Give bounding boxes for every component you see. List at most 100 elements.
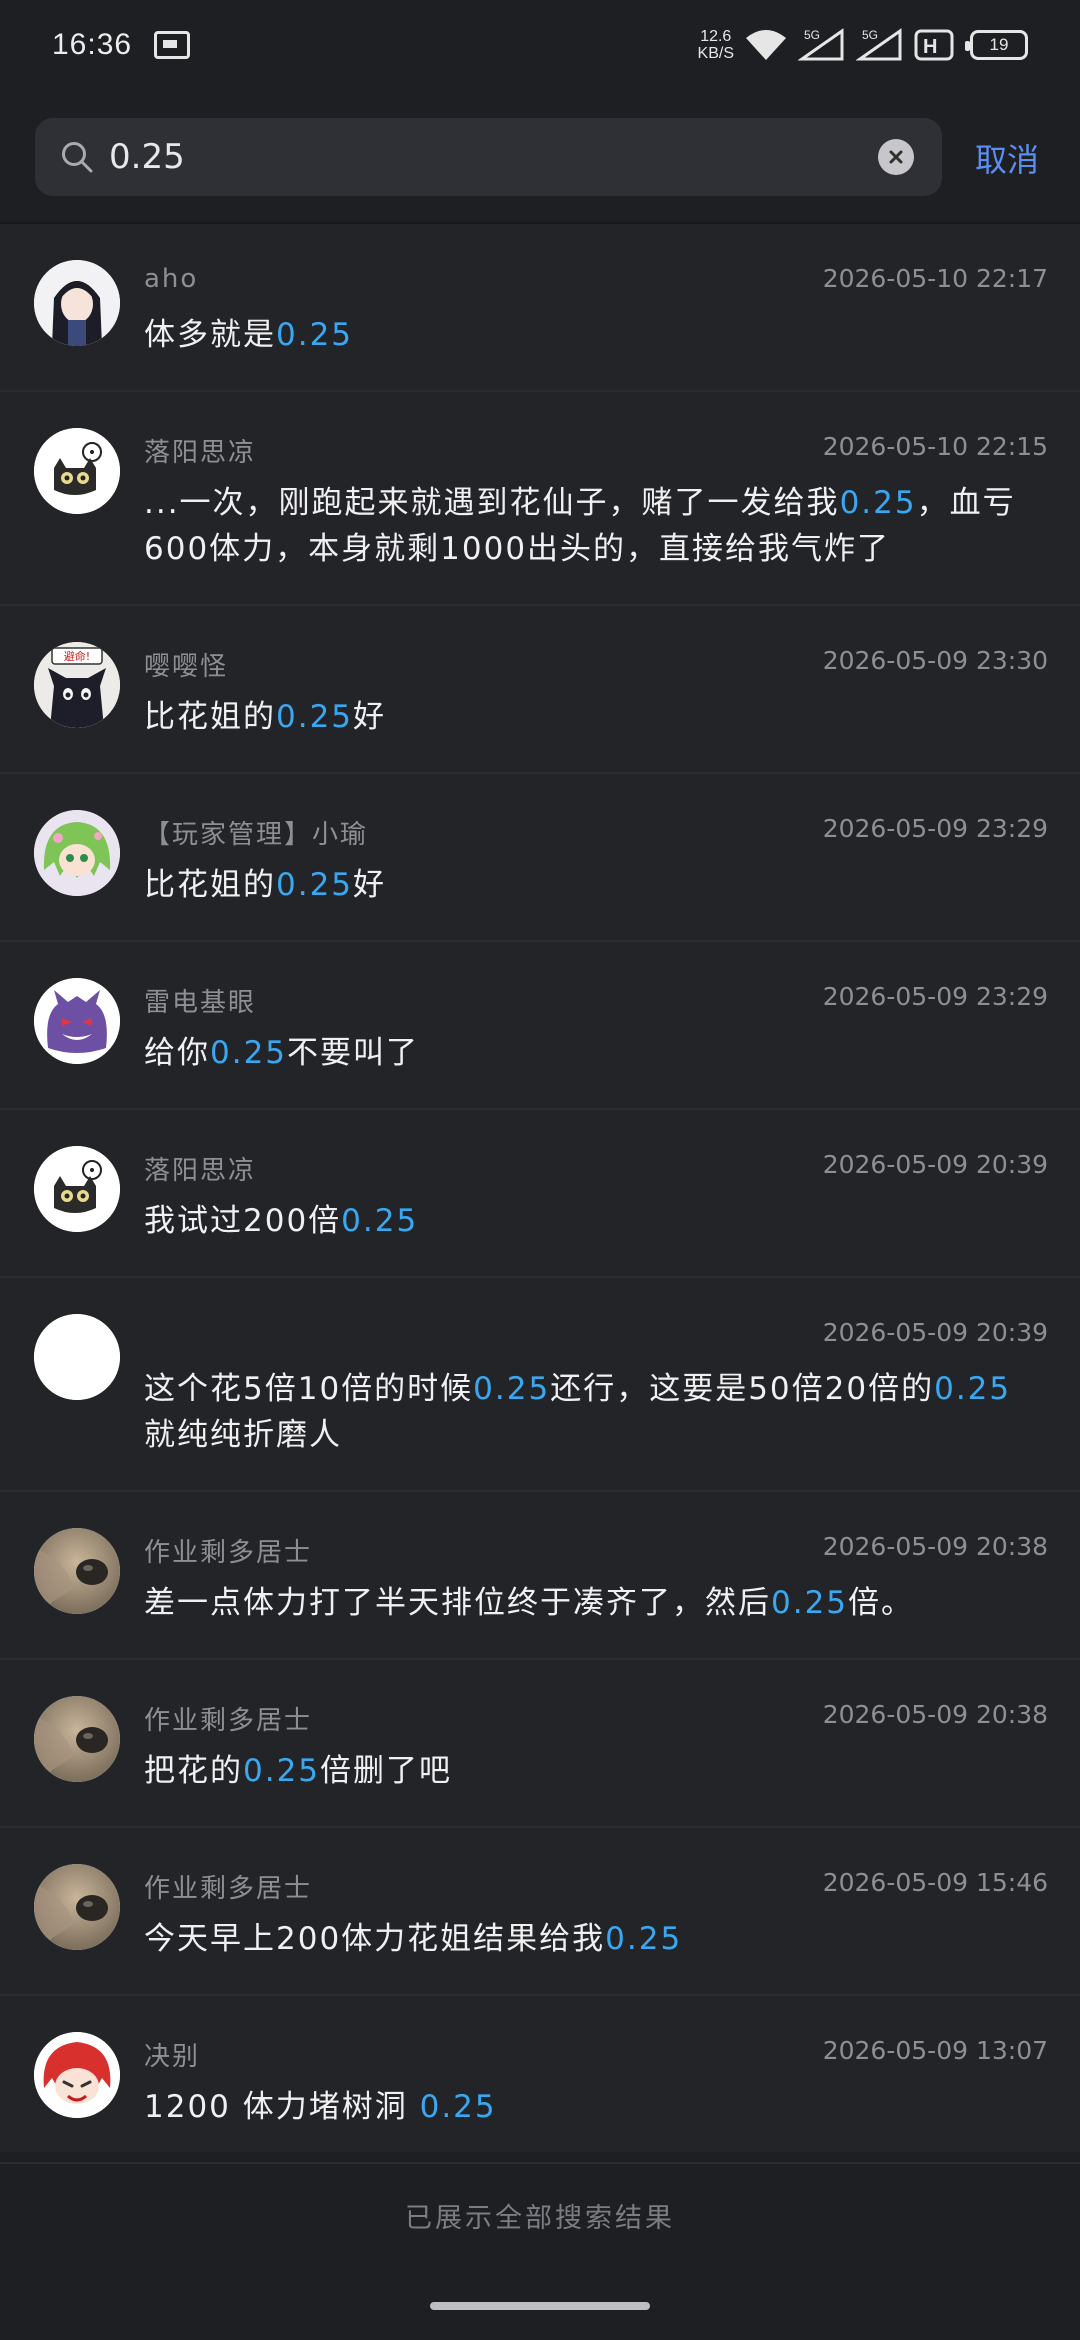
timestamp: 2026-05-09 20:38 [822,1532,1048,1561]
clear-icon[interactable] [878,139,914,175]
avatar-caption: 避命! [64,649,90,663]
avatar[interactable] [34,428,120,514]
highlight-match: 0.25 [276,867,354,903]
wifi-icon [746,30,786,60]
message-text[interactable]: 我试过200倍0.25 [144,1198,1044,1244]
result-row[interactable]: 落阳思凉 2026-05-09 20:39 我试过200倍0.25 [0,1110,1080,1278]
timestamp: 2026-05-09 20:39 [822,1318,1048,1347]
result-row[interactable]: 避命! 嘤嘤怪 2026-05-09 23:30 比花姐的0.25好 [0,606,1080,774]
highlight-match: 0.25 [473,1371,551,1407]
highlight-match: 0.25 [276,317,354,353]
message-segment: 不要叫了 [287,1035,420,1071]
result-row[interactable]: 2026-05-09 20:39 这个花5倍10倍的时候0.25还行，这要是50倍… [0,1278,1080,1492]
result-list: aho 2026-05-10 22:17 体多就是0.25 落阳思凉 2026-05-1… [0,222,1080,2164]
timestamp: 2026-05-09 13:07 [822,2036,1048,2065]
timestamp: 2026-05-09 23:30 [822,646,1048,675]
sim1-label: 5G [804,28,820,42]
message-text[interactable]: 比花姐的0.25好 [144,862,1044,908]
highlight-match: 0.25 [839,485,917,521]
result-row[interactable]: aho 2026-05-10 22:17 体多就是0.25 [0,224,1080,392]
timestamp: 2026-05-10 22:15 [822,432,1048,461]
result-row[interactable]: 决别 2026-05-09 13:07 1200 体力堵树洞 0.25 [0,1996,1080,2164]
timestamp: 2026-05-09 23:29 [822,982,1048,1011]
home-indicator[interactable] [430,2302,650,2310]
timestamp: 2026-05-09 20:39 [822,1150,1048,1179]
message-text[interactable]: 1200 体力堵树洞 0.25 [144,2084,1044,2130]
author-name[interactable]: 决别 [144,2036,200,2073]
cancel-button[interactable]: 取消 [975,135,1039,181]
message-text[interactable]: 给你0.25不要叫了 [144,1030,1044,1076]
author-name[interactable]: 嘤嘤怪 [144,646,228,683]
avatar[interactable] [34,1146,120,1232]
message-segment: 倍删了吧 [320,1753,453,1789]
timestamp: 2026-05-09 20:38 [822,1700,1048,1729]
author-name[interactable]: 作业剩多居士 [144,1532,312,1569]
message-segment: 今天早上200体力花姐结果给我 [144,1921,606,1957]
message-segment: 好 [353,699,387,735]
signal-icon: 5G [856,28,902,61]
battery-icon: 19 [965,30,1028,60]
search-icon [62,142,93,173]
sim2-label: 5G [862,28,878,42]
author-name[interactable]: 作业剩多居士 [144,1700,312,1737]
avatar[interactable] [34,1528,120,1614]
author-name[interactable]: 落阳思凉 [144,1150,256,1187]
highlight-match: 0.25 [771,1585,849,1621]
message-segment: 给你 [144,1035,210,1071]
message-segment: 还行，这要是50倍20倍的 [550,1371,935,1407]
avatar[interactable]: 避命! [34,642,120,728]
message-segment: 好 [353,867,387,903]
message-segment: 比花姐的 [144,867,276,903]
notification-image-icon [154,31,191,59]
avatar[interactable] [34,1864,120,1950]
timestamp: 2026-05-09 15:46 [822,1868,1048,1897]
avatar[interactable] [34,1696,120,1782]
message-text[interactable]: ...一次，刚跑起来就遇到花仙子，赌了一发给我0.25，血亏600体力，本身就剩… [144,480,1044,572]
timestamp: 2026-05-09 23:29 [822,814,1048,843]
status-time: 16:36 [52,28,133,61]
highlight-match: 0.25 [210,1035,288,1071]
message-text[interactable]: 把花的0.25倍删了吧 [144,1748,1044,1794]
author-name[interactable]: 【玩家管理】小瑜 [144,814,368,851]
highlight-match: 0.25 [341,1203,419,1239]
network-speed: 12.6 KB/S [698,28,734,62]
avatar[interactable] [34,810,120,896]
result-row[interactable]: 雷电基眼 2026-05-09 23:29 给你0.25不要叫了 [0,942,1080,1110]
message-segment: 差一点体力打了半天排位终于凑齐了，然后 [144,1585,771,1621]
signal-icon: 5G [798,28,844,61]
timestamp: 2026-05-10 22:17 [822,264,1048,293]
message-segment: 这个花5倍10倍的时候 [144,1371,474,1407]
status-bar: 16:36 12.6 KB/S 5G 5G H 19 [0,0,1080,90]
author-name[interactable]: aho [144,264,198,294]
message-segment: 倍。 [848,1585,915,1621]
network-speed-unit: KB/S [697,45,734,62]
hd-icon: H [914,29,954,61]
result-row[interactable]: 落阳思凉 2026-05-10 22:15 ...一次，刚跑起来就遇到花仙子，赌了一… [0,392,1080,606]
avatar[interactable] [34,978,120,1064]
message-text[interactable]: 差一点体力打了半天排位终于凑齐了，然后0.25倍。 [144,1580,1044,1626]
avatar[interactable] [34,2032,120,2118]
search-bar[interactable] [35,118,942,196]
result-row[interactable]: 作业剩多居士 2026-05-09 20:38 把花的0.25倍删了吧 [0,1660,1080,1828]
author-name[interactable]: 雷电基眼 [144,982,256,1019]
author-name[interactable]: 落阳思凉 [144,432,256,469]
battery-level: 19 [989,35,1009,54]
message-segment: 体多就是 [144,317,276,353]
message-text[interactable]: 这个花5倍10倍的时候0.25还行，这要是50倍20倍的0.25就纯纯折磨人 [144,1366,1044,1458]
highlight-match: 0.25 [934,1371,1012,1407]
message-text[interactable]: 体多就是0.25 [144,312,1044,358]
result-row[interactable]: 作业剩多居士 2026-05-09 20:38 差一点体力打了半天排位终于凑齐了，然… [0,1492,1080,1660]
highlight-match: 0.25 [276,699,354,735]
hd-label: H [923,36,937,58]
result-row[interactable]: 作业剩多居士 2026-05-09 15:46 今天早上200体力花姐结果给我0.2… [0,1828,1080,1996]
result-row[interactable]: 【玩家管理】小瑜 2026-05-09 23:29 比花姐的0.25好 [0,774,1080,942]
avatar[interactable] [34,1314,120,1400]
highlight-match: 0.25 [419,2089,497,2125]
message-text[interactable]: 比花姐的0.25好 [144,694,1044,740]
highlight-match: 0.25 [243,1753,321,1789]
search-input[interactable] [109,137,878,177]
message-segment: 就纯纯折磨人 [144,1417,342,1453]
author-name[interactable]: 作业剩多居士 [144,1868,312,1905]
message-text[interactable]: 今天早上200体力花姐结果给我0.25 [144,1916,1044,1962]
avatar[interactable] [34,260,120,346]
